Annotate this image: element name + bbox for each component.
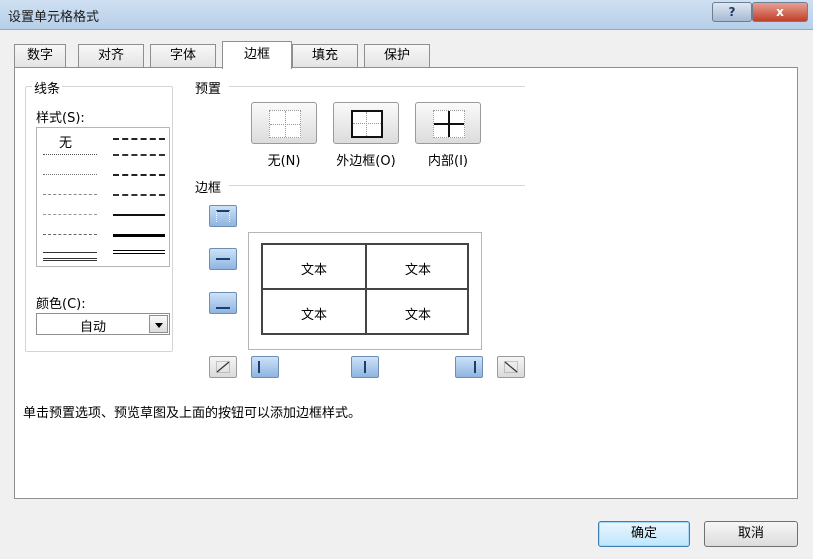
line-style-hair[interactable]	[43, 154, 97, 155]
line-style-list[interactable]: 无	[36, 127, 170, 267]
color-label: 颜色(C):	[36, 297, 86, 312]
line-style-medium[interactable]	[113, 214, 165, 216]
border-right-icon	[462, 361, 476, 373]
border-diagonal-down-button[interactable]	[497, 356, 525, 378]
border-center-button[interactable]	[351, 356, 379, 378]
border-middle-button[interactable]	[209, 248, 237, 270]
cancel-button[interactable]: 取消	[704, 521, 798, 547]
border-right-button[interactable]	[455, 356, 483, 378]
border-bottom-icon	[216, 297, 230, 309]
presets-divider	[229, 86, 525, 87]
border-left-button[interactable]	[251, 356, 279, 378]
diagonal-up-icon	[216, 361, 230, 373]
line-style-double[interactable]	[113, 250, 165, 254]
line-style-dash-dot[interactable]	[43, 214, 97, 215]
preset-outline-button[interactable]	[333, 102, 399, 144]
line-style-dash-dot-dot[interactable]	[43, 194, 97, 195]
preview-cell: 文本	[300, 308, 327, 323]
preset-none-label: 无(N)	[267, 154, 301, 169]
tab-font[interactable]: 字体	[150, 44, 216, 68]
line-style-double-preview[interactable]	[43, 258, 97, 261]
close-button[interactable]: x	[752, 2, 808, 22]
color-select[interactable]: 自动	[36, 313, 170, 335]
line-style-medium-dashed[interactable]	[113, 194, 165, 196]
line-style-dashed[interactable]	[43, 234, 97, 235]
window-title: 设置单元格格式	[8, 10, 100, 25]
preview-cell: 文本	[300, 263, 327, 278]
ok-button[interactable]: 确定	[598, 521, 690, 547]
line-style-slant-dash-dot[interactable]	[113, 154, 165, 156]
presets-title: 预置	[195, 82, 222, 97]
border-top-icon	[216, 210, 230, 222]
preview-cell: 文本	[404, 308, 431, 323]
preset-inside-icon	[433, 110, 465, 138]
preset-none-button[interactable]	[251, 102, 317, 144]
line-style-dotted[interactable]	[43, 174, 97, 175]
style-label: 样式(S):	[36, 111, 85, 126]
tab-alignment[interactable]: 对齐	[78, 44, 144, 68]
border-diagonal-up-button[interactable]	[209, 356, 237, 378]
tab-protection[interactable]: 保护	[364, 44, 430, 68]
line-style-thin[interactable]	[43, 252, 97, 253]
border-divider	[229, 185, 525, 186]
line-style-medium-dash-dot-dot[interactable]	[113, 138, 165, 140]
preset-outline-icon	[351, 110, 383, 138]
line-group-title: 线条	[32, 78, 63, 97]
preset-inside-button[interactable]	[415, 102, 481, 144]
border-vertical-icon	[358, 361, 372, 373]
tab-border[interactable]: 边框	[222, 41, 292, 69]
border-preview[interactable]: 文本 文本 文本 文本	[248, 232, 482, 350]
title-bar: 设置单元格格式 ? x	[0, 0, 813, 30]
border-panel: 线条 样式(S): 无 颜色(C): 自动 预置 无(N) 外边框(O) 内部(…	[14, 67, 798, 499]
color-select-value: 自动	[79, 320, 106, 335]
border-top-button[interactable]	[209, 205, 237, 227]
preview-horizontal-line	[261, 288, 469, 290]
border-bottom-button[interactable]	[209, 292, 237, 314]
preset-outline-label: 外边框(O)	[336, 154, 396, 169]
preset-inside-label: 内部(I)	[428, 154, 468, 169]
line-style-none[interactable]: 无	[59, 132, 72, 151]
border-title: 边框	[195, 181, 222, 196]
diagonal-down-icon	[504, 361, 518, 373]
border-horizontal-icon	[216, 253, 230, 265]
chevron-down-icon[interactable]	[149, 315, 168, 333]
line-style-medium-dash-dot[interactable]	[113, 174, 165, 176]
line-group: 线条 样式(S): 无 颜色(C): 自动	[25, 78, 173, 352]
line-style-thick[interactable]	[113, 234, 165, 237]
hint-text: 单击预置选项、预览草图及上面的按钮可以添加边框样式。	[23, 406, 362, 421]
tab-fill[interactable]: 填充	[292, 44, 358, 68]
dialog-body: 数字 对齐 字体 边框 填充 保护 线条 样式(S): 无 颜色(C): 自动 …	[0, 30, 813, 559]
help-button[interactable]: ?	[712, 2, 752, 22]
tab-number[interactable]: 数字	[14, 44, 66, 68]
border-left-icon	[258, 361, 272, 373]
preview-cell: 文本	[404, 263, 431, 278]
preset-none-icon	[269, 110, 301, 138]
